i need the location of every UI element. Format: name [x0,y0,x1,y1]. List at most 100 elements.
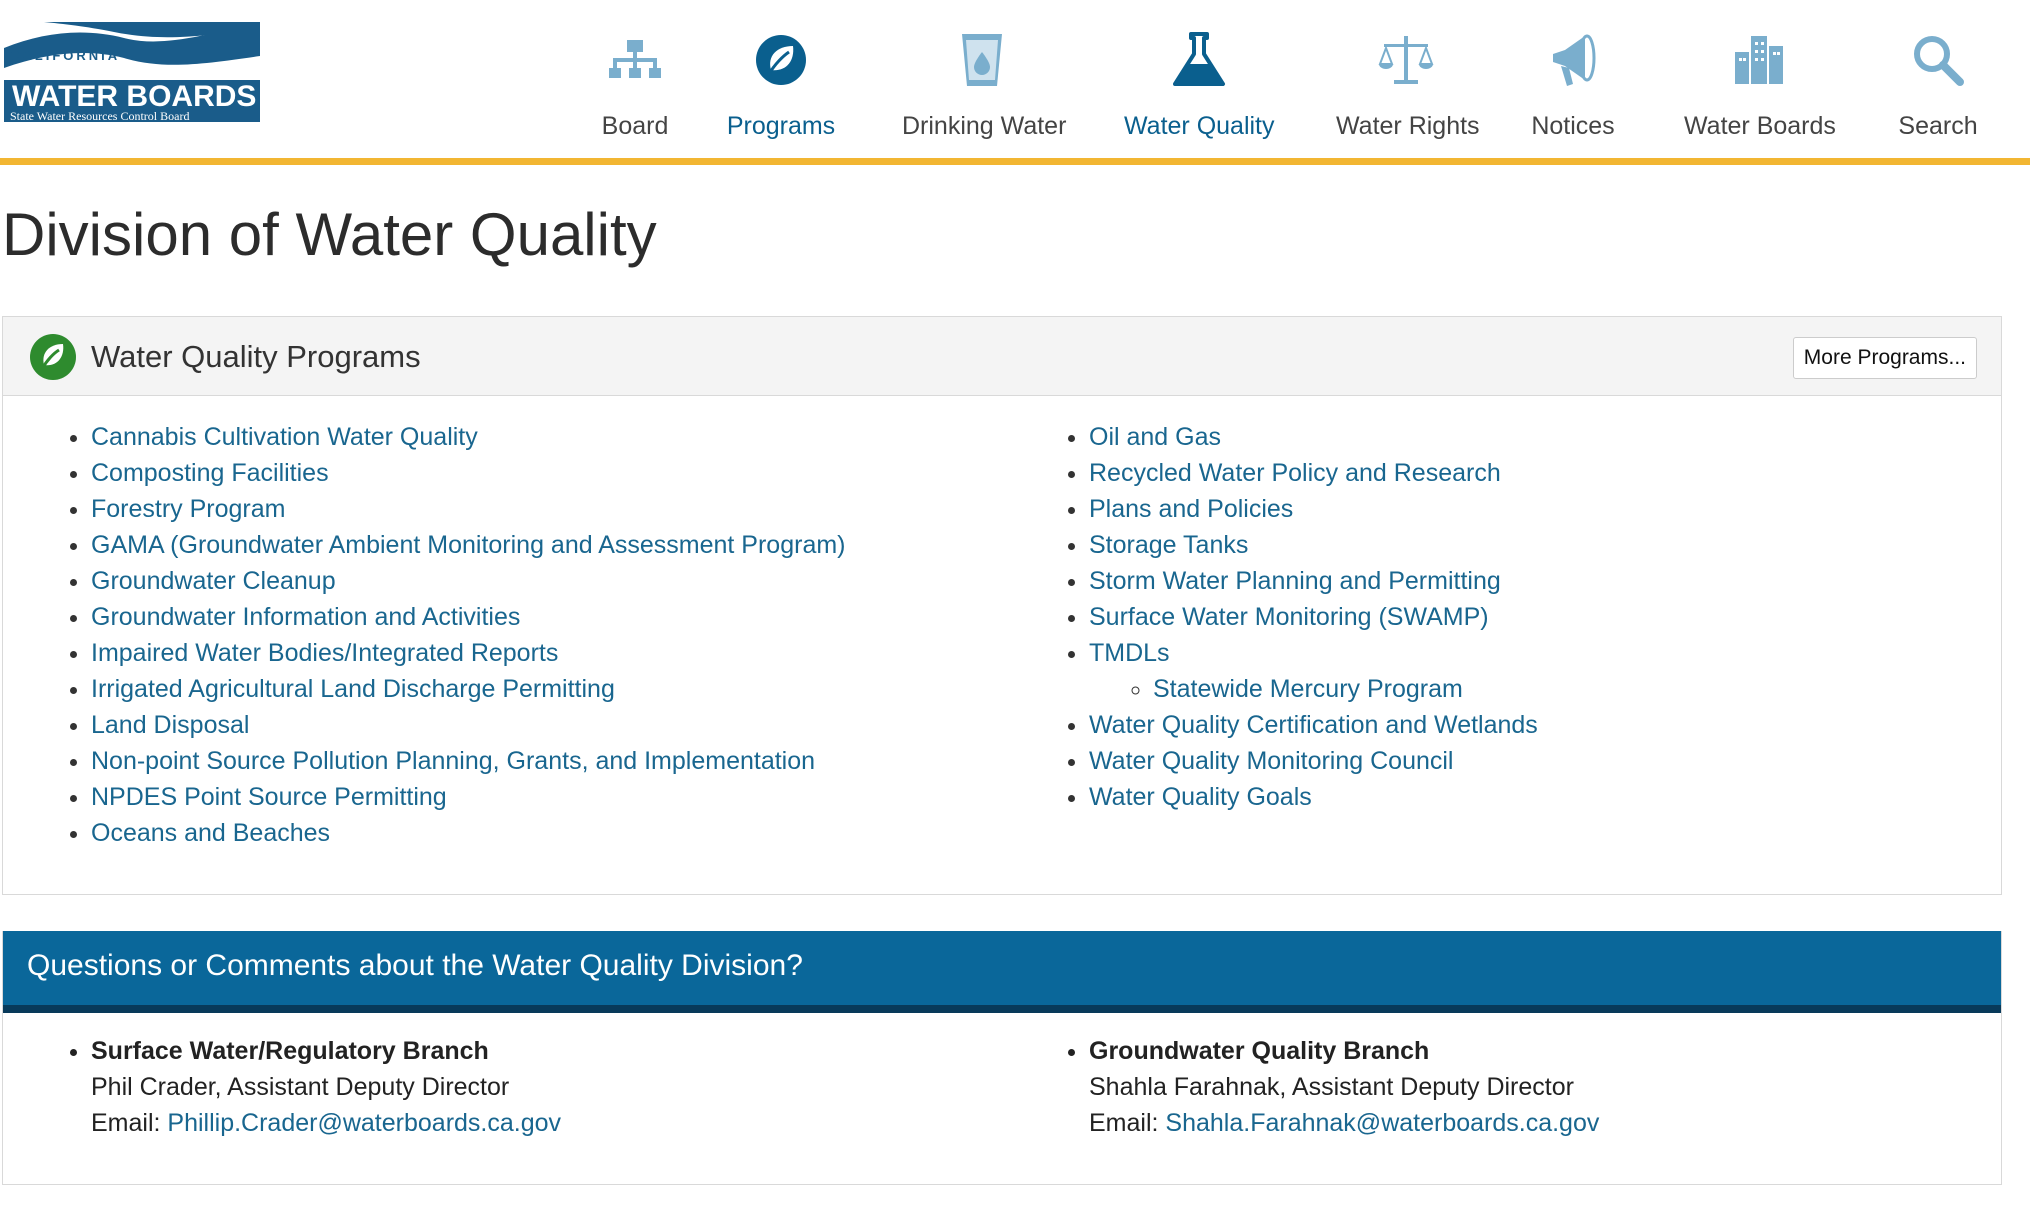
program-link[interactable]: Cannabis Cultivation Water Quality [91,423,478,451]
email-label: Email: [91,1109,168,1137]
main-nav: Board Programs Drinking Water Water Qual… [580,30,2030,140]
program-link[interactable]: Non-point Source Pollution Planning, Gra… [91,747,815,775]
list-item: Storm Water Planning and Permitting [1089,563,1991,599]
list-item: Irrigated Agricultural Land Discharge Pe… [91,671,1003,707]
contact-person: Shahla Farahnak, Assistant Deputy Direct… [1089,1073,1574,1101]
list-item: Oceans and Beaches [91,815,1003,851]
program-link[interactable]: Groundwater Information and Activities [91,603,520,631]
nav-label: Notices [1531,112,1615,140]
programs-list-right: Oil and Gas Recycled Water Policy and Re… [1001,419,1991,815]
program-link[interactable]: Irrigated Agricultural Land Discharge Pe… [91,675,615,703]
list-item: Groundwater Quality Branch Shahla Farahn… [1089,1033,1991,1141]
contact-panel: Questions or Comments about the Water Qu… [2,931,2002,1185]
nav-water-quality[interactable]: Water Quality [1124,30,1275,141]
program-link[interactable]: Plans and Policies [1089,495,1293,523]
program-link[interactable]: Storage Tanks [1089,531,1248,559]
nav-label: Water Boards [1684,112,1836,140]
nav-search[interactable]: Search [1890,30,1986,141]
program-link[interactable]: GAMA (Groundwater Ambient Monitoring and… [91,531,846,559]
nav-label: Programs [726,112,836,140]
program-link[interactable]: Statewide Mercury Program [1153,675,1463,703]
list-item: Recycled Water Policy and Research [1089,455,1991,491]
more-programs-button[interactable]: More Programs... [1792,337,1977,379]
nav-notices[interactable]: Notices [1528,30,1618,141]
program-link[interactable]: Impaired Water Bodies/Integrated Reports [91,639,558,667]
program-link[interactable]: NPDES Point Source Permitting [91,783,447,811]
program-link[interactable]: Surface Water Monitoring (SWAMP) [1089,603,1489,631]
leaf-icon [30,334,76,380]
svg-text:CALIFORNIA: CALIFORNIA [10,48,120,63]
programs-panel-title: Water Quality Programs [91,339,421,374]
program-link[interactable]: Storm Water Planning and Permitting [1089,567,1501,595]
list-item: Land Disposal [91,707,1003,743]
program-link[interactable]: Water Quality Monitoring Council [1089,747,1454,775]
list-item: Non-point Source Pollution Planning, Gra… [91,743,1003,779]
tmdl-sublist: Statewide Mercury Program [1089,671,1991,707]
list-item: Groundwater Cleanup [91,563,1003,599]
programs-panel: Water Quality Programs More Programs... … [2,316,2002,895]
list-item: Water Quality Monitoring Council [1089,743,1991,779]
buildings-icon [1735,36,1783,84]
list-item: Impaired Water Bodies/Integrated Reports [91,635,1003,671]
nav-label: Drinking Water [902,112,1067,140]
nav-label: Board [601,112,669,140]
contact-panel-header: Questions or Comments about the Water Qu… [3,931,2001,1013]
nav-label: Water Rights [1336,112,1480,140]
leaf-icon [756,35,806,85]
nav-programs[interactable]: Programs [726,30,836,141]
contact-person: Phil Crader, Assistant Deputy Director [91,1073,510,1101]
search-icon [1914,36,1964,86]
contact-email-row: Email: Phillip.Crader@waterboards.ca.gov [91,1105,1003,1141]
email-link[interactable]: Phillip.Crader@waterboards.ca.gov [167,1109,561,1137]
contact-right: Groundwater Quality Branch Shahla Farahn… [1001,1033,1991,1141]
list-item: Statewide Mercury Program [1153,671,1991,707]
nav-label: Search [1898,112,1978,140]
nav-water-rights[interactable]: Water Rights [1336,30,1480,141]
program-link[interactable]: Water Quality Certification and Wetlands [1089,711,1538,739]
program-link[interactable]: Composting Facilities [91,459,329,487]
contact-email-row: Email: Shahla.Farahnak@waterboards.ca.go… [1089,1105,1991,1141]
water-boards-logo[interactable]: CALIFORNIA WATER BOARDS State Water Reso… [4,22,260,123]
page-title: Division of Water Quality [2,201,657,268]
water-glass-icon [962,34,1002,86]
nav-drinking-water[interactable]: Drinking Water [902,30,1067,141]
list-item: Water Quality Goals [1089,779,1991,815]
svg-text:State Water Resources Control: State Water Resources Control Board [10,109,189,122]
nav-label: Water Quality [1124,112,1275,140]
email-link[interactable]: Shahla.Farahnak@waterboards.ca.gov [1165,1109,1599,1137]
list-item: Oil and Gas [1089,419,1991,455]
logo-graphic: CALIFORNIA WATER BOARDS State Water Reso… [4,22,260,123]
list-item: Groundwater Information and Activities [91,599,1003,635]
nav-board[interactable]: Board [580,30,690,141]
contact-panel-title: Questions or Comments about the Water Qu… [27,949,803,982]
program-link[interactable]: Forestry Program [91,495,285,523]
megaphone-icon [1553,34,1596,86]
list-item: GAMA (Groundwater Ambient Monitoring and… [91,527,1003,563]
program-link[interactable]: Land Disposal [91,711,249,739]
scales-icon [1378,36,1434,84]
program-link[interactable]: Oceans and Beaches [91,819,330,847]
org-chart-icon [609,40,661,78]
contact-left: Surface Water/Regulatory Branch Phil Cra… [3,1033,1003,1141]
email-label: Email: [1089,1109,1166,1137]
site-header: CALIFORNIA WATER BOARDS State Water Reso… [0,0,2030,165]
list-item: NPDES Point Source Permitting [91,779,1003,815]
branch-name: Groundwater Quality Branch [1089,1037,1430,1065]
list-item: Surface Water Monitoring (SWAMP) [1089,599,1991,635]
program-link[interactable]: Oil and Gas [1089,423,1221,451]
list-item: TMDLs Statewide Mercury Program [1089,635,1991,707]
list-item: Forestry Program [91,491,1003,527]
list-item: Water Quality Certification and Wetlands [1089,707,1991,743]
list-item: Surface Water/Regulatory Branch Phil Cra… [91,1033,1003,1141]
programs-panel-header: Water Quality Programs More Programs... [3,317,2001,396]
list-item: Composting Facilities [91,455,1003,491]
program-link[interactable]: Recycled Water Policy and Research [1089,459,1501,487]
list-item: Cannabis Cultivation Water Quality [91,419,1003,455]
programs-list-left: Cannabis Cultivation Water Quality Compo… [3,419,1003,851]
program-link[interactable]: TMDLs [1089,639,1170,667]
branch-name: Surface Water/Regulatory Branch [91,1037,489,1065]
program-link[interactable]: Groundwater Cleanup [91,567,336,595]
program-link[interactable]: Water Quality Goals [1089,783,1312,811]
nav-water-boards[interactable]: Water Boards [1684,30,1836,141]
list-item: Storage Tanks [1089,527,1991,563]
